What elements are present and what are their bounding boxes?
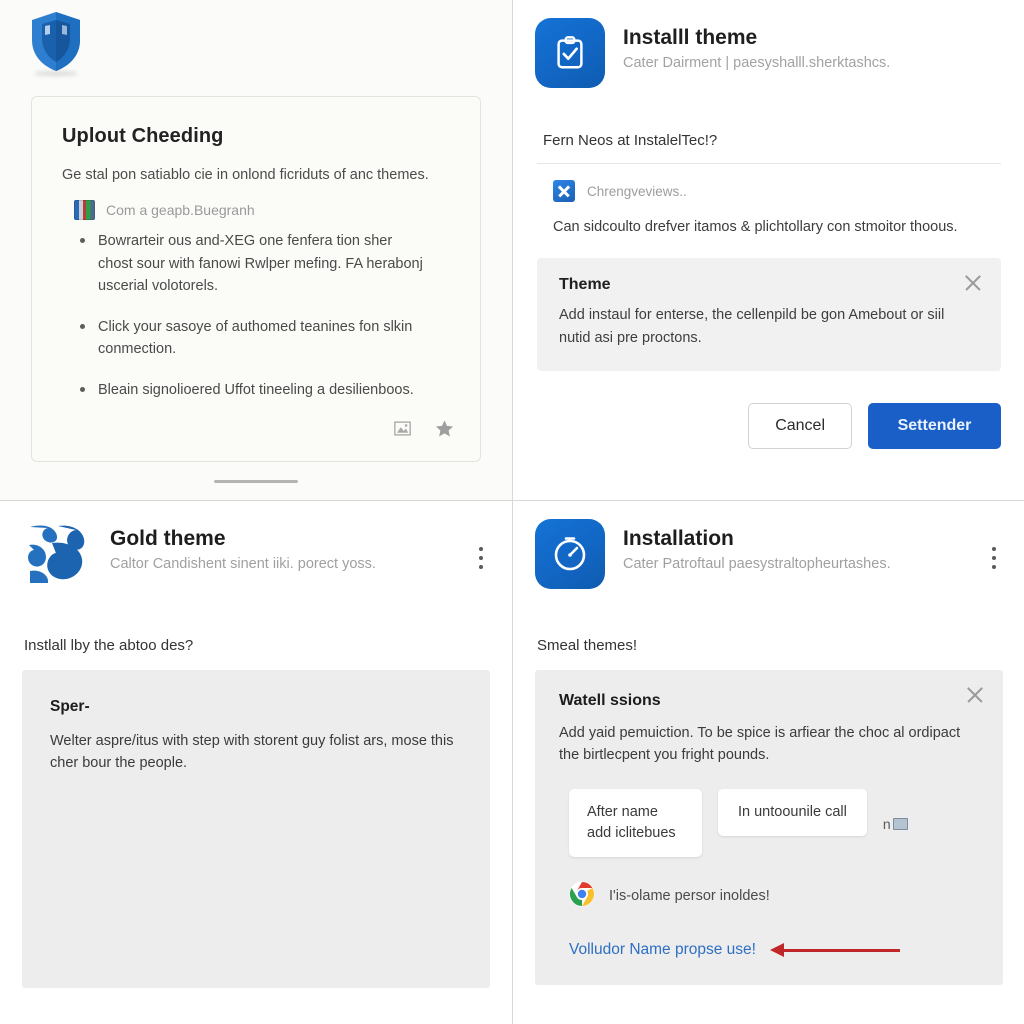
kebab-dot — [992, 547, 996, 551]
content-box-text: Welter aspre/itus with step with storent… — [50, 733, 454, 772]
permissions-text: Add yaid pemuiction. To be spice is arfi… — [559, 725, 961, 764]
close-icon[interactable] — [965, 685, 985, 705]
page-title: Gold theme — [110, 527, 226, 550]
source-row: Chrengveviews.. — [553, 180, 1003, 202]
stopwatch-icon — [535, 519, 605, 589]
dialog-header: Installl theme Cater Dairment | paesysha… — [535, 16, 1003, 88]
callout-text: Add instaul for enterse, the cellenpild … — [559, 307, 945, 346]
card-icon — [892, 817, 908, 830]
browser-label: I'is-olame persor inoldes! — [609, 887, 770, 904]
list-item: Bleain signolioered Uffot tineeling a de… — [76, 379, 426, 401]
kebab-dot — [992, 556, 996, 560]
content-box: Sper- Welter aspre/itus with step with s… — [22, 670, 490, 988]
callout-heading: Theme — [559, 276, 611, 294]
screenshot-grid: Uplout Cheeding Ge stal pon satiablo cie… — [0, 0, 1024, 1024]
content-box-heading: Sper- — [50, 698, 90, 715]
cancel-button[interactable]: Cancel — [748, 403, 852, 450]
primary-action-button[interactable]: Settender — [868, 403, 1001, 450]
card-question: Instlall lby the abtoo des? — [24, 637, 194, 654]
info-card: Uplout Cheeding Ge stal pon satiablo cie… — [31, 96, 481, 462]
image-icon[interactable] — [394, 420, 411, 442]
page-subtitle: Caltor Candishent sinent iiki. porect yo… — [110, 556, 376, 572]
kebab-menu-icon[interactable] — [992, 547, 997, 569]
panel-bottom-right: Installation Cater Patroftaul paesystral… — [513, 501, 1024, 1024]
option-pill-row: After name add iclitebues In untoounile … — [569, 788, 979, 857]
source-label: Chrengveviews.. — [587, 183, 687, 199]
page-subtitle: Cater Patroftaul paesystraltopheurtashes… — [623, 556, 891, 572]
card-title: Uplout Cheeding — [62, 125, 224, 147]
card-header: Gold theme Caltor Candishent sinent iiki… — [22, 519, 490, 589]
card-footer-icons — [394, 419, 454, 443]
shield-icon — [28, 10, 84, 78]
kebab-dot — [992, 565, 996, 569]
dialog-body-text: Can sidcoulto drefver itamos & plichtoll… — [553, 219, 958, 235]
option-pill-one[interactable]: After name add iclitebues — [569, 788, 702, 857]
page-title: Installation — [623, 527, 734, 550]
x-app-icon — [553, 180, 575, 202]
card-badge-label: n — [882, 815, 891, 832]
card-lead-text: Ge stal pon satiablo cie in onlond ficri… — [62, 167, 429, 183]
arrow-shaft — [779, 948, 900, 952]
thumbnail-label: Com a geapb.Buegranh — [106, 202, 255, 219]
divider — [537, 163, 1001, 164]
card-header: Installation Cater Patroftaul paesystral… — [535, 519, 1003, 589]
star-icon[interactable] — [435, 419, 454, 443]
kebab-dot — [479, 547, 483, 551]
shield-shadow — [34, 71, 78, 76]
dialog-actions: Cancel Settender — [535, 403, 1001, 450]
card-badge: n — [883, 814, 908, 832]
palette-thumbnail-icon — [74, 200, 95, 221]
panel-top-left: Uplout Cheeding Ge stal pon satiablo cie… — [0, 0, 512, 500]
page-title: Installl theme — [623, 26, 758, 49]
panel-top-right: Installl theme Cater Dairment | paesysha… — [513, 0, 1024, 500]
theme-callout-box: Theme Add instaul for enterse, the celle… — [537, 258, 1001, 372]
kebab-dot — [479, 565, 483, 569]
link-row: Volludor Name propse use! — [569, 941, 979, 959]
panel-bottom-left: Gold theme Caltor Candishent sinent iiki… — [0, 501, 512, 1024]
card-header-text: Gold theme Caltor Candishent sinent iiki… — [110, 519, 376, 572]
chrome-icon — [569, 881, 595, 911]
left-arrow-annotation — [769, 942, 900, 957]
kebab-menu-icon[interactable] — [479, 547, 484, 569]
option-pill-two[interactable]: In untoounile call — [718, 788, 867, 836]
vendor-name-link[interactable]: Volludor Name propse use! — [569, 941, 756, 959]
clipboard-check-icon — [535, 18, 605, 88]
bullet-list: Bowrarteir ous and-XEG one fenfera tion … — [76, 230, 450, 401]
list-item: Bowrarteir ous and-XEG one fenfera tion … — [76, 230, 426, 297]
permissions-heading: Watell ssions — [559, 692, 661, 709]
scroll-handle[interactable] — [214, 480, 298, 483]
kebab-dot — [479, 556, 483, 560]
browser-row: I'is-olame persor inoldes! — [569, 881, 979, 911]
page-subtitle: Cater Dairment | paesyshalll.sherktashcs… — [623, 55, 891, 71]
card-header-text: Installation Cater Patroftaul paesystral… — [623, 519, 891, 572]
close-icon[interactable] — [963, 273, 983, 293]
permissions-box: Watell ssions Add yaid pemuiction. To be… — [535, 670, 1003, 985]
card-question: Smeal themes! — [537, 637, 638, 654]
dialog-header-text: Installl theme Cater Dairment | paesysha… — [623, 18, 890, 71]
thumbnail-row: Com a geapb.Buegranh — [74, 200, 450, 221]
gold-theme-logo-icon — [22, 519, 92, 589]
list-item: Click your sasoye of authomed teanines f… — [76, 316, 426, 361]
dialog-question: Fern Neos at InstalelTec!? — [543, 132, 718, 149]
